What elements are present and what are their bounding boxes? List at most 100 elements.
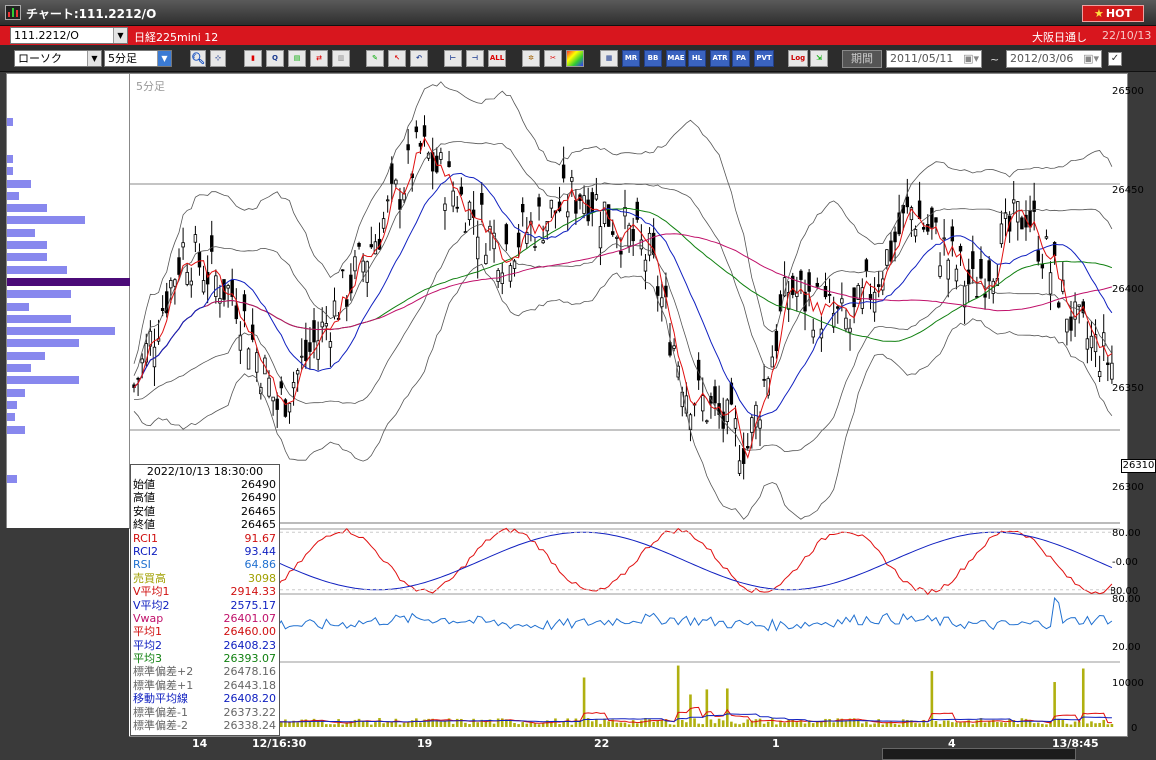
volume-bar: [419, 722, 422, 727]
candle-body: [827, 294, 832, 296]
candle-icon[interactable]: ▮: [244, 50, 262, 67]
volume-bar: [537, 724, 541, 727]
candle-body: [770, 356, 774, 368]
volume-bar: [382, 723, 385, 727]
volume-bar: [631, 720, 635, 727]
volume-profile-bar: [7, 339, 79, 348]
candle-body: [181, 242, 185, 248]
candle-body: [1012, 199, 1016, 204]
volume-bar: [1016, 724, 1020, 727]
color-palette-icon[interactable]: [566, 50, 584, 67]
data-row-value: 91.67: [244, 531, 277, 545]
candle-body: [136, 377, 140, 380]
all-icon[interactable]: ALL: [488, 50, 506, 67]
chevron-down-icon[interactable]: ▼: [113, 28, 127, 43]
candle-body: [140, 358, 144, 364]
candle-body: [958, 245, 963, 252]
search-chart-icon[interactable]: Q: [266, 50, 284, 67]
compare-icon[interactable]: ⇄: [310, 50, 328, 67]
candle-body: [668, 342, 672, 356]
date-from-field[interactable]: 2011/05/11 ▣▾: [886, 50, 982, 68]
data-row-value: 26401.07: [223, 611, 277, 625]
volume-profile-bar: [7, 400, 17, 409]
candle-body: [500, 272, 504, 284]
candle-body: [750, 417, 754, 433]
settings-icon[interactable]: ✲: [522, 50, 540, 67]
volume-profile-bar: [7, 327, 115, 336]
bb-button[interactable]: BB: [644, 50, 662, 67]
mae-button[interactable]: MAE: [666, 50, 686, 67]
volume-bar: [734, 723, 737, 727]
data-row-key: 高値: [133, 491, 155, 505]
export-icon[interactable]: ⇲: [810, 50, 828, 67]
cursor-icon[interactable]: ↖: [388, 50, 406, 67]
period-button[interactable]: 期間: [842, 50, 882, 68]
candle-body: [361, 260, 365, 273]
period-checkbox[interactable]: ✓: [1108, 52, 1122, 66]
volume-bar: [1081, 668, 1085, 727]
data-row-value: 93.44: [244, 544, 277, 558]
chart-type-select[interactable]: ローソク ▼: [14, 50, 102, 67]
chevron-down-icon[interactable]: ▼: [157, 51, 171, 66]
scrollbar-thumb[interactable]: [882, 748, 1076, 760]
data-window-datetime: 2022/10/13 18:30:00: [146, 465, 264, 478]
zoom-icon[interactable]: 🔍︎: [190, 50, 206, 67]
volume-bar: [468, 724, 471, 727]
volume-bar: [877, 719, 880, 727]
pa-button[interactable]: PA: [732, 50, 750, 67]
volume-bar: [717, 718, 721, 727]
hl-button[interactable]: HL: [688, 50, 706, 67]
date-to-field[interactable]: 2012/03/06 ▣▾: [1006, 50, 1102, 68]
pencil-icon[interactable]: ✎: [366, 50, 384, 67]
candle-body: [422, 125, 427, 137]
candle-body: [774, 330, 779, 352]
hot-button[interactable]: ★ HOT: [1082, 5, 1144, 22]
calendar-icon[interactable]: ▣▾: [1083, 51, 1099, 67]
volume-bar: [1057, 718, 1061, 727]
volume-bar: [370, 724, 373, 727]
pvt-button[interactable]: PVT: [754, 50, 774, 67]
candle-body: [574, 199, 578, 214]
candle-body: [844, 317, 848, 330]
candle-body: [160, 308, 165, 312]
bar-left-icon[interactable]: ⊢: [444, 50, 462, 67]
candle-body: [631, 229, 635, 242]
candle-body: [332, 300, 337, 317]
volume-profile-bar: [7, 364, 31, 372]
volume-bar: [415, 718, 418, 727]
volume-bar: [987, 721, 991, 727]
ma-button[interactable]: MR: [622, 50, 640, 67]
candle-body: [1077, 304, 1081, 307]
volume-bar: [771, 718, 774, 727]
symbol-select[interactable]: 111.2212/O ▼: [10, 27, 128, 44]
product-name: 日経225mini 12: [134, 31, 219, 44]
atr-button[interactable]: ATR: [710, 50, 730, 67]
volume-bar: [680, 719, 684, 727]
volume-bar: [1086, 723, 1089, 727]
data-window: 2022/10/13 18:30:00 始値 26490 高値 26490 安値 2646…: [130, 464, 280, 736]
candle-body: [385, 199, 390, 202]
data-row: 標準偏差-2 26338.24: [131, 719, 279, 732]
timeframe-select[interactable]: 5分足 ▼: [104, 50, 172, 67]
candle-body: [255, 352, 259, 373]
wrench-icon[interactable]: ✂: [544, 50, 562, 67]
undo-icon[interactable]: ↶: [410, 50, 428, 67]
candle-body: [737, 460, 742, 474]
data-row-key: 始値: [133, 478, 155, 491]
grid-icon[interactable]: ▦: [600, 50, 618, 67]
candle-body: [725, 399, 729, 422]
lock-icon[interactable]: ▥: [332, 50, 350, 67]
crosshair-icon[interactable]: ⊹: [210, 50, 226, 67]
chevron-down-icon[interactable]: ▼: [87, 51, 101, 66]
candle-body: [864, 259, 869, 272]
volume-bar: [697, 723, 700, 727]
bar-right-icon[interactable]: ⊣: [466, 50, 484, 67]
chart-add-icon[interactable]: ▤: [288, 50, 306, 67]
candle-body: [246, 348, 251, 370]
calendar-icon[interactable]: ▣▾: [963, 51, 979, 67]
volume-bar: [558, 724, 561, 727]
volume-bar: [541, 723, 545, 727]
log-button[interactable]: Log: [788, 50, 808, 67]
volume-bar: [525, 723, 529, 727]
candle-body: [705, 420, 709, 423]
